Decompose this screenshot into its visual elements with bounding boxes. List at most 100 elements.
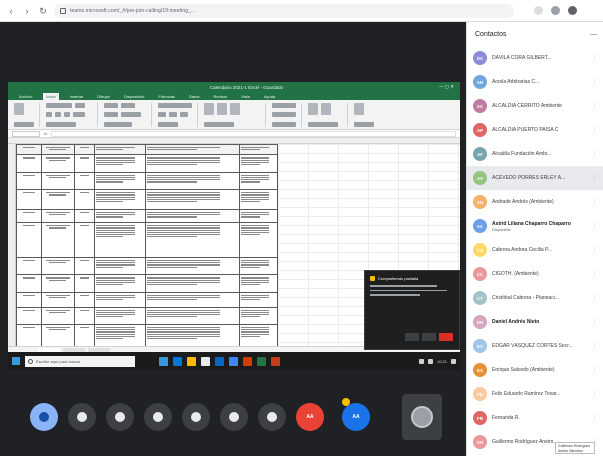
ribbon-tab[interactable]: Insertar [67, 93, 87, 100]
table-cell[interactable] [40, 306, 75, 326]
table-cell[interactable] [94, 306, 147, 326]
people-icon[interactable] [68, 403, 96, 431]
ideas-group[interactable] [354, 102, 384, 127]
table-cell[interactable] [73, 274, 96, 293]
table-cell[interactable] [16, 154, 42, 173]
contact-item[interactable]: EV EDGAR VÁSQUEZ CORTÉS Secr... ⋮ [467, 334, 603, 358]
table-cell[interactable] [40, 171, 75, 191]
more-options-icon[interactable]: ⋮ [592, 55, 597, 61]
more-options-icon[interactable]: ⋮ [592, 391, 597, 397]
table-cell[interactable] [94, 154, 147, 173]
table-cell[interactable] [94, 256, 147, 276]
table-cell[interactable] [73, 291, 96, 308]
camera-icon[interactable] [258, 403, 286, 431]
alignment-group[interactable] [104, 102, 152, 127]
table-cell[interactable] [73, 189, 96, 211]
ribbon-tab[interactable]: Vista [238, 93, 253, 100]
close-panel-icon[interactable]: — [590, 31, 597, 38]
ribbon-tab[interactable]: Disposición [121, 93, 147, 100]
task-view-icon[interactable] [159, 356, 168, 366]
network-icon[interactable] [418, 358, 424, 364]
table-cell[interactable] [16, 222, 42, 258]
table-cell[interactable] [73, 209, 96, 224]
contact-item[interactable]: CA Cabrera Andrea Cecilia P... ⋮ [467, 238, 603, 262]
table-cell[interactable] [40, 256, 75, 276]
volume-icon[interactable] [427, 358, 433, 364]
table-cell[interactable] [239, 222, 278, 258]
table-cell[interactable] [16, 189, 42, 211]
reload-icon[interactable]: ↻ [38, 6, 48, 16]
contact-item[interactable]: AP ALCALDIA PUERTO PAISA C ⋮ [467, 118, 603, 142]
contact-item[interactable]: ES Enrique Salcedo (Ambiente) ⋮ [467, 358, 603, 382]
taskbar-search[interactable]: Escribe aquí para buscar [25, 355, 135, 367]
hand-icon[interactable] [106, 403, 134, 431]
more-options-icon[interactable]: ⋮ [592, 367, 597, 373]
table-cell[interactable] [16, 143, 42, 156]
more-options-icon[interactable]: ⋮ [592, 175, 597, 181]
table-cell[interactable] [145, 143, 241, 156]
back-icon[interactable]: ‹ [6, 6, 16, 16]
table-cell[interactable] [16, 291, 42, 308]
notification-button[interactable] [422, 333, 436, 341]
table-cell[interactable] [239, 306, 278, 326]
chat-icon[interactable] [30, 403, 58, 431]
more-options-icon[interactable]: ⋮ [592, 271, 597, 277]
contact-item[interactable]: FR Fernanda R. ⋮ [467, 406, 603, 430]
table-cell[interactable] [16, 171, 42, 191]
contact-item[interactable]: AN Andrade Andrés (Ambiente) ⋮ [467, 190, 603, 214]
table-cell[interactable] [73, 256, 96, 276]
edge-icon[interactable] [173, 356, 182, 366]
mail-icon[interactable] [215, 356, 224, 366]
table-cell[interactable] [94, 143, 147, 156]
table-cell[interactable] [73, 154, 96, 173]
table-cell[interactable] [73, 222, 96, 258]
ribbon-tab[interactable]: Ayuda [261, 93, 278, 100]
stop-sharing-button[interactable] [439, 333, 453, 341]
table-cell[interactable] [239, 171, 278, 191]
contact-item[interactable]: CT Cristóbal Cabrera - Planeaci... ⋮ [467, 286, 603, 310]
contact-item[interactable]: DC DÁVILA CORA GILBERT... ⋮ [467, 46, 603, 70]
more-options-icon[interactable]: ⋮ [592, 127, 597, 133]
contact-item[interactable]: FE Felix Eduardo Ramírez Tovar... ⋮ [467, 382, 603, 406]
notifications-icon[interactable] [451, 358, 456, 364]
table-cell[interactable] [239, 291, 278, 308]
forward-icon[interactable]: › [22, 6, 32, 16]
profile-avatar[interactable] [568, 6, 577, 15]
table-cell[interactable] [145, 222, 241, 258]
table-cell[interactable] [94, 274, 147, 293]
reactions-icon[interactable] [144, 403, 172, 431]
notification-button[interactable] [405, 333, 419, 341]
table-cell[interactable] [239, 209, 278, 224]
ribbon-tab[interactable]: Revisar [211, 93, 231, 100]
table-cell[interactable] [16, 274, 42, 293]
folder-icon[interactable] [187, 356, 196, 366]
table-cell[interactable] [145, 154, 241, 173]
powerpoint-icon[interactable] [243, 356, 252, 366]
contact-item[interactable]: AF Alcaldía Fundación Ambi... ⋮ [467, 142, 603, 166]
table-cell[interactable] [94, 291, 147, 308]
ribbon-tab[interactable]: Fórmulas [155, 93, 178, 100]
extensions-icon[interactable] [551, 6, 560, 15]
table-cell[interactable] [94, 222, 147, 258]
clipboard-group[interactable] [14, 102, 40, 127]
table-cell[interactable] [239, 189, 278, 211]
contact-item[interactable]: DN Daniel Andrés Nieto ⋮ [467, 310, 603, 334]
font-group[interactable] [46, 102, 98, 127]
app-icon[interactable] [271, 356, 280, 366]
table-cell[interactable] [239, 154, 278, 173]
table-cell[interactable] [145, 274, 241, 293]
more-options-icon[interactable]: ⋮ [592, 151, 597, 157]
windows-start-icon[interactable] [12, 357, 20, 365]
table-cell[interactable] [94, 209, 147, 224]
table-cell[interactable] [239, 143, 278, 156]
more-options-icon[interactable]: ⋮ [592, 343, 597, 349]
more-options-icon[interactable]: ⋮ [592, 319, 597, 325]
table-cell[interactable] [40, 189, 75, 211]
store-icon[interactable] [201, 356, 210, 366]
chrome-icon[interactable] [229, 356, 238, 366]
table-cell[interactable] [239, 274, 278, 293]
more-options-icon[interactable]: ⋮ [592, 415, 597, 421]
address-bar[interactable]: teams.microsoft.com/_#/pre-join-calling/… [54, 3, 514, 18]
contact-item[interactable]: AR Arzola Arbitrarias C... ⋮ [467, 70, 603, 94]
microphone-icon[interactable]: AA [342, 403, 370, 431]
